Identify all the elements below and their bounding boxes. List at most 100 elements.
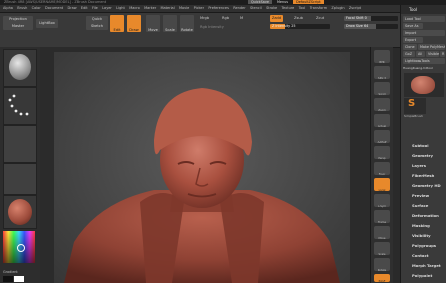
secondary-color-swatch[interactable] xyxy=(3,276,13,282)
geometry-hd-menu[interactable]: Geometry HD xyxy=(412,183,441,188)
rgb-toggle[interactable]: Rgb xyxy=(222,16,229,20)
menu-document[interactable]: Document xyxy=(45,5,63,12)
all-button[interactable]: All xyxy=(416,51,425,57)
actual-button[interactable]: Actual xyxy=(374,114,390,128)
spix-button[interactable]: SPix 3 xyxy=(374,66,390,80)
menu-file[interactable]: File xyxy=(92,5,98,12)
floor-button[interactable]: Floor xyxy=(374,162,390,176)
quicksave-button[interactable]: QuickSave xyxy=(248,0,272,4)
focal-shift-text: Focal Shift 0 xyxy=(346,16,367,21)
menu-brush[interactable]: Brush xyxy=(17,5,27,12)
document-canvas[interactable] xyxy=(40,47,370,283)
bpr-button[interactable]: BPR xyxy=(374,50,390,64)
lsym-button[interactable]: L.Sym xyxy=(374,194,390,208)
import-button[interactable]: Import xyxy=(403,30,445,36)
3d-viewport[interactable] xyxy=(54,52,350,283)
projection-master-button[interactable]: Projection Master xyxy=(3,16,33,30)
menus-button[interactable]: Menus xyxy=(277,0,288,4)
m-toggle[interactable]: M xyxy=(240,16,243,20)
menu-render[interactable]: Render xyxy=(233,5,245,12)
tool-tray-header[interactable]: Tool xyxy=(401,5,446,14)
subtool-menu[interactable]: Subtool xyxy=(412,143,429,148)
sculpt-model-bust[interactable] xyxy=(54,52,350,283)
clone-button[interactable]: Clone xyxy=(403,44,417,50)
menu-texture[interactable]: Texture xyxy=(282,5,295,12)
scroll-label: Scroll xyxy=(378,93,386,96)
zsub-button[interactable]: Zsub xyxy=(294,16,303,20)
edit-button[interactable]: Edit xyxy=(110,15,124,32)
gradient-label[interactable]: Gradient xyxy=(3,270,18,274)
export-button[interactable]: Export xyxy=(403,37,423,43)
default-zscript-button[interactable]: DefaultZScript xyxy=(293,0,324,4)
frame-button[interactable]: Frame xyxy=(374,210,390,224)
menu-draw[interactable]: Draw xyxy=(67,5,76,12)
menu-zscript[interactable]: Zscript xyxy=(349,5,361,12)
contact-menu[interactable]: Contact xyxy=(412,253,429,258)
alpha-thumbnail[interactable] xyxy=(3,125,37,163)
preview-menu[interactable]: Preview xyxy=(412,193,429,198)
goz-button[interactable]: GoZ xyxy=(403,51,415,57)
move-view-button[interactable]: Move xyxy=(374,226,390,240)
scroll-button[interactable]: Scroll xyxy=(374,82,390,96)
material-thumbnail[interactable] xyxy=(3,195,37,229)
current-tool-thumbnail[interactable] xyxy=(404,73,444,97)
r-button[interactable]: R xyxy=(440,51,445,57)
menu-layer[interactable]: Layer xyxy=(102,5,112,12)
menu-picker[interactable]: Picker xyxy=(194,5,204,12)
stroke-thumbnail[interactable] xyxy=(3,87,37,125)
fibermesh-menu[interactable]: FiberMesh xyxy=(412,173,434,178)
simplebrush-thumbnail[interactable]: S xyxy=(404,98,426,114)
menu-zplugin[interactable]: Zplugin xyxy=(331,5,344,12)
brush-thumbnail[interactable] xyxy=(3,49,37,87)
menu-tool[interactable]: Tool xyxy=(299,5,306,12)
menu-color[interactable]: Color xyxy=(32,5,41,12)
load-tool-button[interactable]: Load Tool xyxy=(403,16,445,22)
focal-shift-slider[interactable]: Focal Shift 0 xyxy=(344,16,398,21)
draw-size-slider[interactable]: Draw Size 64 xyxy=(344,24,398,29)
menu-movie[interactable]: Movie xyxy=(179,5,189,12)
z-intensity-slider[interactable]: Z Intensity 25 xyxy=(270,24,330,29)
morph-target-menu[interactable]: Morph Target xyxy=(412,263,441,268)
layers-menu[interactable]: Layers xyxy=(412,163,426,168)
visible-button[interactable]: Visible xyxy=(426,51,439,57)
make-polymesh-button[interactable]: Make PolyMesh3D xyxy=(418,44,445,50)
menu-alpha[interactable]: Alpha xyxy=(3,5,13,12)
move-button[interactable]: Move xyxy=(146,15,160,32)
polyf-button[interactable]: PolyF xyxy=(374,274,390,283)
scale-view-button[interactable]: Scale xyxy=(374,242,390,256)
menu-edit[interactable]: Edit xyxy=(81,5,88,12)
scale-button[interactable]: Scale xyxy=(163,15,177,32)
aahalf-button[interactable]: AAHalf xyxy=(374,130,390,144)
lightbox-tools-button[interactable]: Lightbox▸Tools xyxy=(403,58,445,64)
menu-light[interactable]: Light xyxy=(116,5,125,12)
menu-preferences[interactable]: Preferences xyxy=(208,5,229,12)
lightbox-button[interactable]: LightBox xyxy=(36,19,58,28)
texture-thumbnail[interactable] xyxy=(3,163,37,195)
menu-macro[interactable]: Macro xyxy=(129,5,140,12)
menu-marker[interactable]: Marker xyxy=(144,5,156,12)
rotate-button[interactable]: Rotate xyxy=(180,15,194,32)
surface-menu[interactable]: Surface xyxy=(412,203,428,208)
visibility-menu[interactable]: Visibility xyxy=(412,233,431,238)
polypaint-menu[interactable]: Polypaint xyxy=(412,273,432,278)
deformation-menu[interactable]: Deformation xyxy=(412,213,439,218)
zadd-button[interactable]: Zadd xyxy=(270,15,283,22)
geometry-menu[interactable]: Geometry xyxy=(412,153,433,158)
color-picker[interactable] xyxy=(3,231,35,269)
zcut-button[interactable]: Zcut xyxy=(316,16,324,20)
menu-stroke[interactable]: Stroke xyxy=(266,5,277,12)
persp-button[interactable]: Persp xyxy=(374,146,390,160)
save-as-button[interactable]: Save As xyxy=(403,23,423,29)
quick-sketch-button[interactable]: Quick Sketch xyxy=(86,16,108,30)
main-color-swatch[interactable] xyxy=(14,276,24,282)
polygroups-menu[interactable]: Polygroups xyxy=(412,243,436,248)
menu-material[interactable]: Material xyxy=(160,5,174,12)
draw-button[interactable]: Draw xyxy=(127,15,141,32)
rotate-view-button[interactable]: Rotate xyxy=(374,258,390,272)
zoom-button[interactable]: Zoom xyxy=(374,98,390,112)
mrgb-toggle[interactable]: Mrgb xyxy=(200,16,209,20)
masking-menu[interactable]: Masking xyxy=(412,223,430,228)
menu-transform[interactable]: Transform xyxy=(310,5,327,12)
menu-stencil[interactable]: Stencil xyxy=(250,5,262,12)
local-button[interactable]: Local xyxy=(374,178,390,192)
